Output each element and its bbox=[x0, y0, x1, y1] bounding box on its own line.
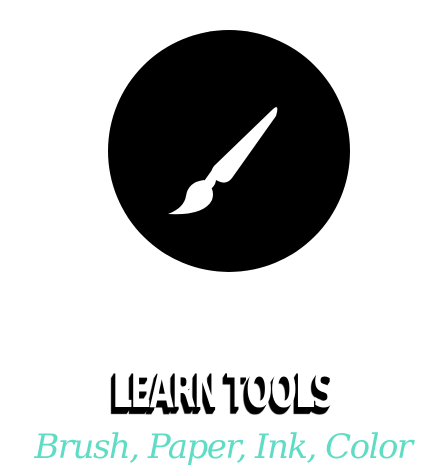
card-title: LEARN TOOLS bbox=[112, 361, 335, 419]
card-subtitle: Brush, Paper, Ink, Color bbox=[34, 427, 413, 467]
paintbrush-icon bbox=[168, 107, 278, 215]
icon-circle bbox=[108, 30, 350, 272]
learn-tools-card[interactable]: LEARN TOOLS Brush, Paper, Ink, Color bbox=[0, 0, 446, 470]
